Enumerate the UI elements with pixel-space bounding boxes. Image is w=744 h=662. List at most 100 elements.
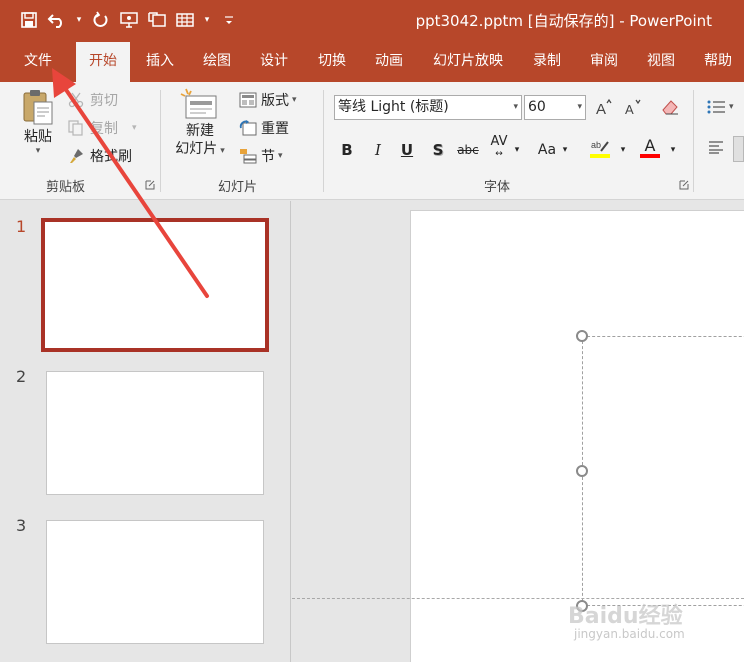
- italic-button[interactable]: I: [368, 140, 388, 160]
- eraser-icon: [660, 98, 680, 116]
- tab-record[interactable]: 录制: [523, 42, 571, 82]
- table-dropdown-icon[interactable]: ▾: [202, 15, 212, 25]
- slide-thumbnail-2[interactable]: [46, 371, 264, 495]
- layout-button[interactable]: 版式 ▾: [238, 90, 297, 110]
- section-dropdown-icon[interactable]: ▾: [278, 151, 283, 161]
- increase-font-size-button[interactable]: A: [595, 98, 613, 116]
- section-button[interactable]: 节 ▾: [238, 146, 283, 166]
- cut-label: 剪切: [90, 93, 118, 109]
- slide-number: 1: [16, 217, 27, 236]
- font-color-dropdown-icon[interactable]: ▾: [668, 140, 678, 160]
- slide-editor[interactable]: [292, 201, 744, 662]
- title-placeholder[interactable]: [582, 336, 744, 606]
- tab-review[interactable]: 审阅: [580, 42, 628, 82]
- bullets-button[interactable]: ▾: [706, 98, 734, 116]
- paste-button[interactable]: 粘贴 ▾: [18, 88, 58, 168]
- clipboard-group-label: 剪贴板: [46, 180, 86, 195]
- font-group-label: 字体: [484, 180, 511, 195]
- clipboard-launcher-icon[interactable]: [145, 179, 155, 190]
- font-size-combo[interactable]: 60 ▾: [524, 95, 586, 120]
- copy-label: 复制: [90, 121, 118, 137]
- customize-icon[interactable]: [218, 8, 240, 32]
- svg-text:A: A: [625, 102, 634, 116]
- font-launcher-icon[interactable]: [679, 179, 689, 190]
- redo-icon[interactable]: [90, 8, 112, 32]
- shadow-button[interactable]: S: [428, 140, 448, 160]
- tab-design[interactable]: 设计: [250, 42, 298, 82]
- layout-icon: [238, 92, 258, 108]
- tab-home[interactable]: 开始: [76, 42, 130, 82]
- tab-transitions[interactable]: 切换: [308, 42, 356, 82]
- clear-formatting-button[interactable]: [660, 98, 680, 116]
- tab-insert[interactable]: 插入: [136, 42, 184, 82]
- font-name-dropdown-icon[interactable]: ▾: [513, 96, 518, 119]
- new-slide-dropdown-icon[interactable]: ▾: [220, 146, 225, 156]
- format-painter-button[interactable]: 格式刷: [66, 146, 132, 166]
- slide-thumbnail-3[interactable]: [46, 520, 264, 644]
- character-spacing-dropdown-icon[interactable]: ▾: [512, 140, 522, 160]
- strikethrough-button[interactable]: abc: [455, 140, 481, 160]
- font-color-icon: A: [644, 136, 656, 155]
- resize-handle[interactable]: [576, 330, 588, 342]
- scissors-icon: [66, 92, 86, 108]
- slide-thumbnail-1[interactable]: [41, 218, 269, 352]
- table-icon[interactable]: [174, 8, 196, 32]
- font-name-combo[interactable]: 等线 Light (标题) ▾: [334, 95, 522, 120]
- paste-label: 粘贴: [24, 129, 52, 145]
- undo-dropdown-icon[interactable]: ▾: [74, 15, 84, 25]
- svg-text:A: A: [596, 101, 606, 116]
- tab-view[interactable]: 视图: [637, 42, 685, 82]
- font-size-value: 60: [528, 99, 546, 115]
- layout-label: 版式: [261, 93, 289, 109]
- slideshow-icon[interactable]: [146, 8, 168, 32]
- new-slide-label-line2: 幻灯片 ▾: [175, 140, 225, 160]
- change-case-button[interactable]: Aa: [536, 140, 558, 160]
- tab-slideshow[interactable]: 幻灯片放映: [424, 42, 512, 82]
- cut-button[interactable]: 剪切: [66, 90, 118, 110]
- change-case-dropdown-icon[interactable]: ▾: [560, 140, 570, 160]
- resize-handle[interactable]: [576, 465, 588, 477]
- slide-number: 3: [16, 516, 27, 535]
- character-spacing-label: AV: [490, 134, 508, 149]
- undo-icon[interactable]: [46, 8, 68, 32]
- highlight-color-bar: [590, 153, 610, 158]
- slide-number: 2: [16, 367, 27, 386]
- paste-dropdown-icon[interactable]: ▾: [36, 146, 41, 156]
- font-color-button[interactable]: A: [639, 136, 661, 160]
- decrease-font-size-button[interactable]: A: [624, 98, 642, 116]
- bullets-dropdown-icon[interactable]: ▾: [729, 102, 734, 112]
- layout-dropdown-icon[interactable]: ▾: [292, 95, 297, 105]
- new-slide-label-text: 幻灯片: [175, 141, 218, 157]
- tab-animations[interactable]: 动画: [365, 42, 413, 82]
- bold-button[interactable]: B: [337, 140, 357, 160]
- underline-button[interactable]: U: [397, 140, 417, 160]
- align-left-icon: [708, 140, 724, 154]
- watermark-url: jingyan.baidu.com: [574, 627, 685, 641]
- reset-button[interactable]: 重置: [238, 118, 289, 138]
- slide-thumbnails-panel[interactable]: 1 2 3: [0, 201, 291, 662]
- font-size-dropdown-icon[interactable]: ▾: [577, 96, 582, 119]
- align-left-button[interactable]: [708, 140, 724, 154]
- tab-file[interactable]: 文件: [14, 42, 62, 82]
- save-icon[interactable]: [18, 8, 40, 32]
- ribbon-home: 粘贴 ▾ 剪切 复制 ▾ 格式刷 剪贴板 新建 幻灯片 ▾ 版式 ▾ 重置 节 …: [0, 82, 744, 200]
- reset-icon: [238, 120, 258, 136]
- bullet-list-icon: [706, 98, 726, 116]
- new-slide-button[interactable]: 新建 幻灯片 ▾: [168, 88, 232, 174]
- highlight-button[interactable]: ab: [589, 136, 611, 160]
- align-center-button[interactable]: [733, 136, 744, 162]
- tab-draw[interactable]: 绘图: [193, 42, 241, 82]
- title-bar: ▾ ▾ ppt3042.pptm [自动保存的] - PowerPoint: [0, 0, 744, 42]
- font-name-value: 等线 Light (标题): [338, 99, 449, 115]
- character-spacing-button[interactable]: AV ↔: [487, 134, 511, 159]
- group-separator: [693, 90, 694, 192]
- tab-help[interactable]: 帮助: [694, 42, 742, 82]
- presentation-icon[interactable]: [118, 8, 140, 32]
- highlight-dropdown-icon[interactable]: ▾: [618, 140, 628, 160]
- increase-font-icon: A: [595, 98, 613, 116]
- group-separator: [160, 90, 161, 192]
- copy-dropdown-icon[interactable]: ▾: [132, 123, 137, 133]
- slides-group-label: 幻灯片: [218, 180, 258, 195]
- copy-button[interactable]: 复制 ▾: [66, 118, 137, 138]
- format-painter-label: 格式刷: [90, 149, 132, 165]
